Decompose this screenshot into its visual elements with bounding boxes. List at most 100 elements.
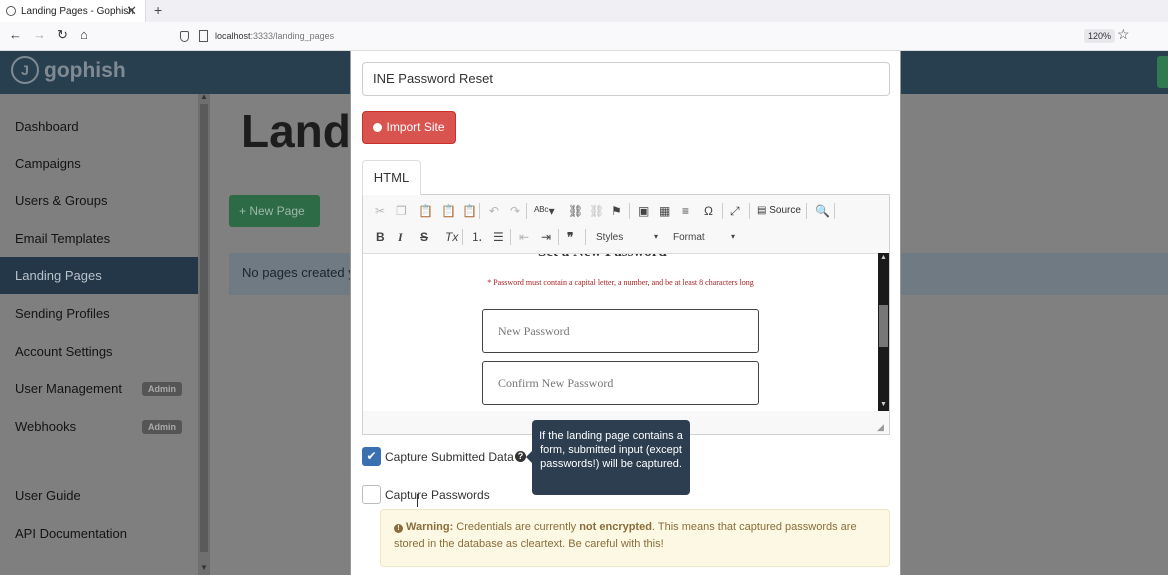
source-button[interactable]: ▤ Source <box>757 205 801 216</box>
sidebar-item-user-management[interactable]: User Management Admin <box>0 370 198 407</box>
sidebar-item-webhooks[interactable]: Webhooks Admin <box>0 408 198 445</box>
paste-text-icon[interactable]: 📋 <box>441 204 456 218</box>
capture-passwords-checkbox[interactable] <box>362 485 381 504</box>
outdent-icon[interactable]: ⇤ <box>519 230 529 244</box>
scroll-down-icon[interactable]: ▼ <box>880 401 887 408</box>
editor-content-area[interactable]: Set a New Password * Password must conta… <box>363 253 878 411</box>
indent-icon[interactable]: ⇥ <box>541 230 551 244</box>
spellcheck-icon[interactable]: ᴬᴮᶜ▾ <box>534 204 555 218</box>
url-path: :3333/landing_pages <box>250 31 335 41</box>
sidebar: Dashboard Campaigns Users & Groups Email… <box>0 94 198 575</box>
page-name-input[interactable]: INE Password Reset <box>362 62 890 96</box>
tab-close-icon[interactable]: ✕ <box>126 3 137 19</box>
remove-format-icon[interactable]: Tx <box>445 230 458 244</box>
tracking-shield-icon[interactable] <box>180 31 189 42</box>
sidebar-item-label: Campaigns <box>15 156 81 171</box>
sidebar-item-label: Dashboard <box>15 119 79 134</box>
redo-icon[interactable]: ↷ <box>510 204 520 218</box>
browser-tab-bar: Landing Pages - Gophish ✕ + <box>0 0 1168 22</box>
sidebar-item-users-groups[interactable]: Users & Groups <box>0 182 198 219</box>
chevron-down-icon: ▾ <box>730 232 735 241</box>
zoom-level[interactable]: 120% <box>1084 29 1116 43</box>
sidebar-item-label: Webhooks <box>15 419 77 434</box>
capture-submitted-checkbox[interactable]: ✔ <box>362 447 381 466</box>
numbered-list-icon[interactable]: ⒈ <box>471 230 483 244</box>
navbar-green-button[interactable] <box>1157 56 1168 88</box>
undo-icon[interactable]: ↶ <box>489 204 499 218</box>
styles-dropdown[interactable]: Styles ▾ <box>596 232 658 243</box>
sidebar-item-email-templates[interactable]: Email Templates <box>0 220 198 257</box>
browser-tab[interactable]: Landing Pages - Gophish ✕ <box>0 0 146 22</box>
table-icon[interactable]: ▦ <box>659 204 670 218</box>
special-char-icon[interactable]: Ω <box>704 204 713 218</box>
capture-passwords-label: Capture Passwords <box>385 488 490 502</box>
anchor-flag-icon[interactable]: ⚑ <box>611 204 622 218</box>
sidebar-item-user-guide[interactable]: User Guide <box>0 477 198 514</box>
page-title: Land <box>241 105 351 157</box>
preview-icon[interactable]: 🔍 <box>815 204 830 218</box>
page-info-icon[interactable] <box>199 30 208 42</box>
toolbar-separator <box>722 203 723 219</box>
scrollbar-thumb[interactable] <box>200 104 208 552</box>
cut-icon[interactable]: ✂ <box>375 204 385 218</box>
strikethrough-icon[interactable]: S <box>420 230 428 244</box>
sidebar-item-label: Landing Pages <box>15 268 102 283</box>
scroll-up-icon[interactable]: ▲ <box>200 92 208 101</box>
back-icon[interactable]: ← <box>9 27 22 42</box>
bulleted-list-icon[interactable]: ☰ <box>493 230 504 244</box>
scrollbar-thumb[interactable] <box>879 305 888 347</box>
content-heading: Set a New Password <box>538 254 667 261</box>
sidebar-item-label: API Documentation <box>15 526 128 541</box>
sidebar-item-label: Sending Profiles <box>15 306 110 321</box>
sidebar-item-api-documentation[interactable]: API Documentation <box>0 515 198 552</box>
format-dropdown[interactable]: Format ▾ <box>673 232 735 243</box>
toolbar-separator <box>749 203 750 219</box>
warning-bold: not encrypted <box>579 521 652 533</box>
new-page-button[interactable]: + New Page <box>229 195 320 227</box>
address-bar: ← → ↻ ⌂ localhost:3333/landing_pages 120… <box>0 22 1168 51</box>
scroll-up-icon[interactable]: ▲ <box>880 254 887 261</box>
url-field[interactable]: localhost:3333/landing_pages <box>215 31 334 41</box>
sidebar-item-label: User Management <box>15 381 122 396</box>
tab-html[interactable]: HTML <box>362 160 421 195</box>
italic-icon[interactable]: I <box>398 230 403 244</box>
link-icon[interactable]: ⛓ <box>568 204 583 218</box>
sidebar-item-campaigns[interactable]: Campaigns <box>0 145 198 182</box>
import-site-label: Import Site <box>386 120 445 134</box>
toolbar-separator <box>526 203 527 219</box>
gophish-logo-icon: J <box>11 56 39 84</box>
copy-icon[interactable]: ❐ <box>396 204 407 218</box>
admin-badge: Admin <box>142 382 182 396</box>
maximize-icon[interactable]: ⤢ <box>730 204 740 218</box>
new-tab-button[interactable]: + <box>154 2 162 18</box>
paste-word-icon[interactable]: 📋 <box>462 204 477 218</box>
toolbar-separator <box>629 203 630 219</box>
paste-icon[interactable]: 📋 <box>418 204 433 218</box>
toolbar-separator <box>806 203 807 219</box>
bold-icon[interactable]: B <box>376 230 385 244</box>
new-password-field[interactable]: New Password <box>482 309 759 353</box>
sidebar-item-label: User Guide <box>15 488 81 503</box>
sidebar-item-sending-profiles[interactable]: Sending Profiles <box>0 295 198 332</box>
home-icon[interactable]: ⌂ <box>80 27 88 42</box>
editor-scrollbar[interactable]: ▲ ▼ <box>878 253 889 411</box>
sidebar-item-dashboard[interactable]: Dashboard <box>0 108 198 145</box>
reload-icon[interactable]: ↻ <box>57 27 68 43</box>
bookmark-star-icon[interactable]: ☆ <box>1117 26 1130 43</box>
image-icon[interactable]: ▣ <box>638 204 649 218</box>
forward-icon[interactable]: → <box>33 27 46 42</box>
sidebar-item-landing-pages[interactable]: Landing Pages <box>0 257 198 294</box>
blockquote-icon[interactable]: ❞ <box>567 230 573 244</box>
unlink-icon[interactable]: ⛓ <box>589 204 604 218</box>
import-site-button[interactable]: Import Site <box>362 111 456 144</box>
help-question-icon[interactable]: ? <box>515 451 526 462</box>
warning-title: Warning: <box>406 521 454 533</box>
source-label: Source <box>769 205 801 216</box>
sidebar-scrollbar[interactable]: ▲ ▼ <box>198 92 210 575</box>
confirm-password-field[interactable]: Confirm New Password <box>482 361 759 405</box>
resize-handle-icon[interactable]: ◢ <box>877 422 884 433</box>
horizontal-line-icon[interactable]: ≡ <box>682 204 689 218</box>
sidebar-item-account-settings[interactable]: Account Settings <box>0 333 198 370</box>
scroll-down-icon[interactable]: ▼ <box>200 563 208 572</box>
toolbar-separator <box>585 229 586 245</box>
